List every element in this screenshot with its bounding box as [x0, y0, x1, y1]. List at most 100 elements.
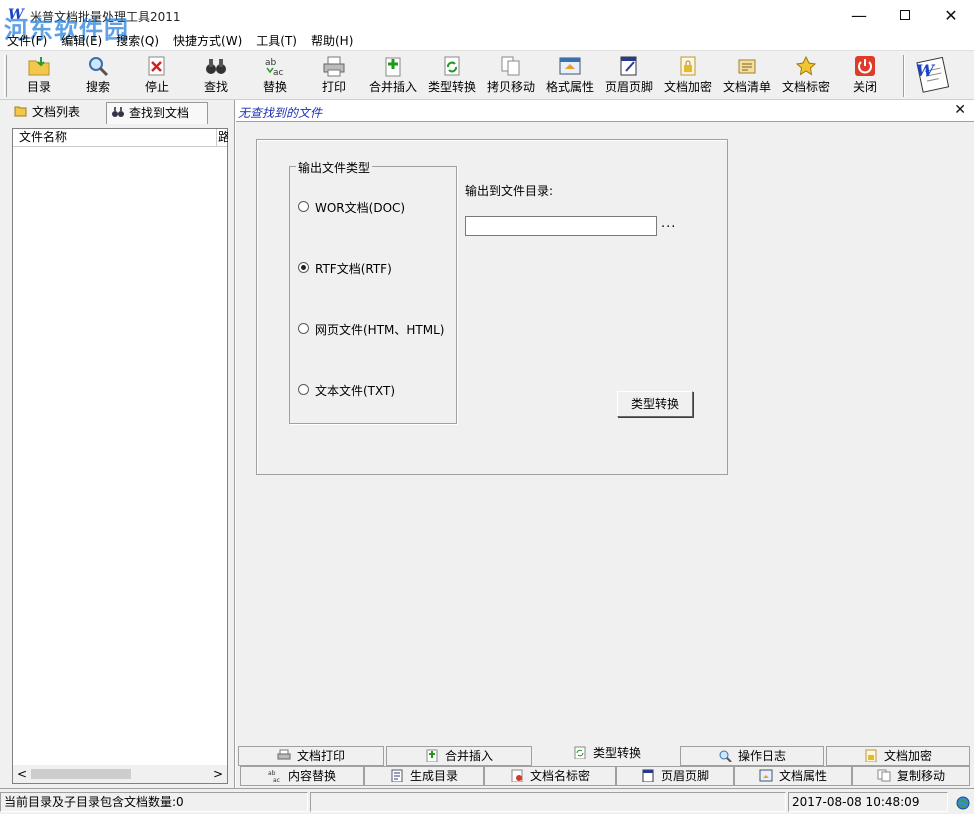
toolbar-type-convert-button[interactable]: 类型转换	[423, 53, 481, 97]
star-icon	[795, 55, 817, 76]
toolbar-document-list-button[interactable]: 文档清单	[718, 53, 776, 97]
tab-operation-log[interactable]: 操作日志	[680, 746, 824, 766]
menu-bar: 文件(F) 编辑(E) 搜索(Q) 快捷方式(W) 工具(T) 帮助(H)	[0, 32, 974, 50]
toolbar-merge-insert-button[interactable]: 合并插入	[364, 53, 422, 97]
copy-move-icon	[501, 56, 520, 76]
toolbar-close-button[interactable]: 关闭	[836, 53, 894, 97]
type-convert-icon	[444, 56, 460, 76]
toolbar-format-properties-button[interactable]: 格式属性	[541, 53, 599, 97]
scroll-right-icon[interactable]: >	[213, 767, 223, 781]
browse-button[interactable]: ...	[661, 216, 676, 231]
output-type-group-title: 输出文件类型	[296, 159, 373, 176]
tab-found-documents[interactable]: 查找到文档	[106, 102, 208, 124]
name-secret-icon	[511, 769, 523, 782]
merge-insert-icon	[426, 749, 438, 762]
tab-copy-move[interactable]: 复制移动	[852, 766, 970, 786]
menu-shortcut[interactable]: 快捷方式(W)	[166, 32, 249, 50]
scrollbar-thumb[interactable]	[31, 769, 131, 779]
copy-move-icon	[877, 769, 891, 782]
replace-icon: abac	[268, 770, 280, 782]
printer-icon	[323, 56, 345, 77]
scroll-left-icon[interactable]: <	[17, 767, 27, 781]
binoculars-icon	[112, 107, 124, 117]
toolbar-print-button[interactable]: 打印	[305, 53, 363, 97]
menu-tools[interactable]: 工具(T)	[249, 32, 304, 50]
encrypt-icon	[865, 749, 877, 762]
tab-document-properties[interactable]: 文档属性	[734, 766, 852, 786]
svg-text:ac: ac	[273, 68, 284, 77]
search-icon	[89, 57, 109, 77]
toolbar-header-footer-button[interactable]: 页眉页脚	[600, 53, 658, 97]
menu-edit[interactable]: 编辑(E)	[54, 32, 109, 50]
radio-rtf-label: RTF文档(RTF)	[315, 262, 392, 276]
column-header-path[interactable]: 路	[218, 129, 228, 147]
left-panel: 文档列表 查找到文档 文件名称 路 < >	[0, 100, 234, 788]
document-list-icon	[738, 59, 756, 74]
format-properties-icon	[559, 57, 581, 75]
menu-file[interactable]: 文件(F)	[0, 32, 54, 50]
search-status-bar: 无查找到的文件 ✕	[236, 100, 974, 122]
minimize-button[interactable]: —	[836, 0, 882, 30]
toolbar-find-button[interactable]: 查找	[187, 53, 245, 97]
svg-text:ac: ac	[273, 777, 280, 782]
binoculars-icon	[206, 59, 226, 74]
merge-insert-icon	[385, 57, 401, 77]
maximize-button[interactable]	[882, 0, 928, 30]
properties-icon	[759, 769, 773, 782]
radio-doc-indicator[interactable]	[298, 201, 309, 212]
output-dir-input[interactable]	[465, 216, 657, 236]
toolbar-grip[interactable]	[4, 55, 7, 97]
power-icon	[855, 56, 875, 76]
svg-text:ab: ab	[265, 58, 277, 68]
horizontal-scrollbar[interactable]: < >	[13, 765, 227, 783]
search-status-message: 无查找到的文件	[238, 106, 323, 120]
tab-content-replace[interactable]: ab ac 内容替换	[240, 766, 364, 786]
status-bar: 当前目录及子目录包含文档数量:0 2017-08-08 10:48:09	[0, 788, 974, 814]
toolbar-replace-button[interactable]: ab ac 替换	[246, 53, 304, 97]
tab-header-footer[interactable]: 页眉页脚	[616, 766, 734, 786]
menu-help[interactable]: 帮助(H)	[304, 32, 360, 50]
toolbar-encrypt-button[interactable]: 文档加密	[659, 53, 717, 97]
tab-docname-secret[interactable]: 文档名标密	[484, 766, 616, 786]
panel-close-button[interactable]: ✕	[954, 102, 966, 118]
tab-merge-insert[interactable]: 合并插入	[386, 746, 532, 766]
header-footer-icon	[620, 56, 637, 76]
folder-icon	[28, 57, 50, 76]
folder-open-icon	[14, 106, 27, 117]
replace-icon: abac	[265, 58, 284, 77]
datetime-status: 2017-08-08 10:48:09	[788, 792, 948, 812]
toolbar: 目录 搜索 停止 查找 ab ac 替换 打印 合并插入 类型转换 拷贝移动 格式…	[0, 50, 974, 100]
toolbar-copy-move-button[interactable]: 拷贝移动	[482, 53, 540, 97]
menu-search[interactable]: 搜索(Q)	[109, 32, 166, 50]
toolbar-stop-button[interactable]: 停止	[128, 53, 186, 97]
tab-scroll-control[interactable]	[212, 105, 230, 121]
tab-document-print[interactable]: 文档打印	[238, 746, 384, 766]
convert-type-button[interactable]: 类型转换	[617, 391, 693, 417]
radio-txt-indicator[interactable]	[298, 384, 309, 395]
tab-generate-catalog[interactable]: 生成目录	[364, 766, 484, 786]
maximize-icon	[900, 10, 910, 20]
middle-status	[310, 792, 786, 812]
convert-form-panel: 输出文件类型 WOR文档(DOC) RTF文档(RTF) 网页文件(HTM、HT…	[256, 139, 728, 475]
radio-txt-label: 文本文件(TXT)	[315, 384, 396, 398]
toolbar-doc-secret-button[interactable]: 文档标密	[777, 53, 835, 97]
output-type-group: 输出文件类型 WOR文档(DOC) RTF文档(RTF) 网页文件(HTM、HT…	[289, 159, 457, 424]
svg-text:ab: ab	[268, 770, 276, 777]
right-panel: 无查找到的文件 ✕ 输出文件类型 WOR文档(DOC) RTF文档(RTF) 网…	[236, 100, 974, 788]
file-list[interactable]: 文件名称 路 < >	[12, 128, 228, 784]
toolbar-search-button[interactable]: 搜索	[69, 53, 127, 97]
doc-count-status: 当前目录及子目录包含文档数量:0	[0, 792, 308, 812]
radio-html-label: 网页文件(HTM、HTML)	[315, 323, 445, 337]
radio-doc-label: WOR文档(DOC)	[315, 201, 406, 215]
toolbar-directory-button[interactable]: 目录	[10, 53, 68, 97]
encrypt-icon	[680, 56, 696, 76]
tab-document-list[interactable]: 文档列表	[10, 102, 102, 124]
radio-html-indicator[interactable]	[298, 323, 309, 334]
radio-rtf-indicator[interactable]	[298, 262, 309, 273]
svg-text:W: W	[916, 61, 936, 80]
column-header-filename[interactable]: 文件名称	[13, 129, 217, 147]
log-icon	[719, 750, 732, 762]
close-button[interactable]: ✕	[928, 0, 974, 30]
tab-document-encrypt[interactable]: 文档加密	[826, 746, 970, 766]
tab-type-convert[interactable]: 类型转换	[534, 744, 680, 766]
